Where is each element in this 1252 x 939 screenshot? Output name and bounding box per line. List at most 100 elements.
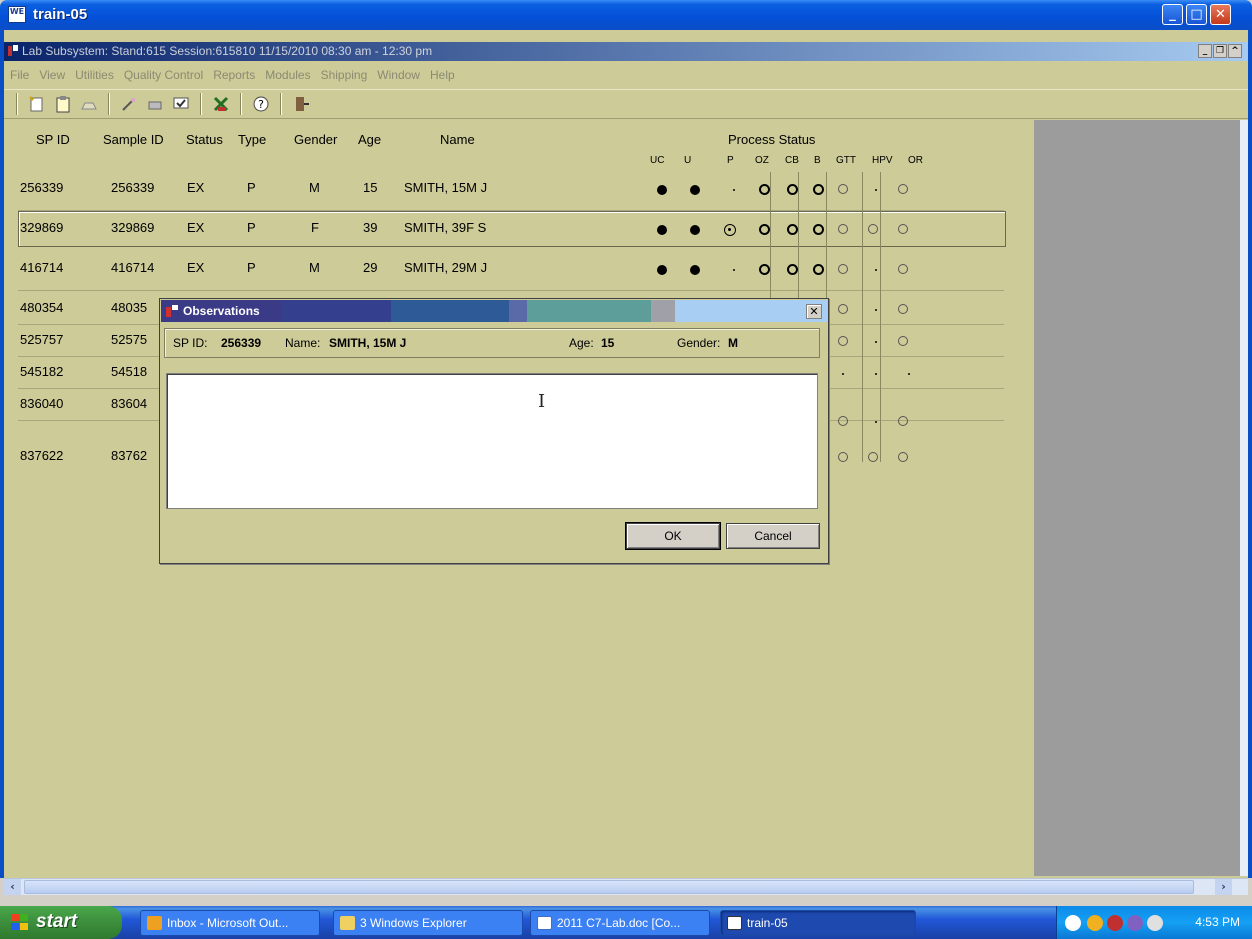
tray-outlook-icon[interactable]	[1087, 915, 1103, 931]
cell-sp-id[interactable]: 837622	[20, 448, 63, 463]
status-ring-light	[836, 336, 850, 346]
cell-sp-id: 329869	[20, 220, 64, 235]
task-explorer[interactable]: 3 Windows Explorer	[333, 910, 523, 936]
menu-help[interactable]: Help	[430, 68, 455, 82]
pcol-p: P	[727, 155, 734, 166]
cell-status: EX	[187, 180, 205, 195]
scroll-right-icon[interactable]: ›	[1215, 879, 1232, 895]
clipboard-icon[interactable]	[52, 93, 74, 115]
magic-wand-icon[interactable]	[118, 93, 140, 115]
status-ring-light	[836, 416, 850, 426]
header-status[interactable]: Status	[186, 132, 223, 147]
vertical-scrollbar[interactable]	[1240, 120, 1248, 876]
header-type[interactable]: Type	[238, 132, 266, 147]
tray-arrow-icon[interactable]	[1065, 915, 1081, 931]
status-ring	[785, 224, 799, 235]
start-button[interactable]: start	[0, 906, 122, 939]
menu-quality-control[interactable]: Quality Control	[124, 68, 203, 82]
cell-status: EX	[187, 220, 205, 235]
status-ring	[811, 264, 825, 275]
header-sample-id[interactable]: Sample ID	[103, 132, 164, 147]
pcol-gtt: GTT	[836, 155, 856, 166]
cell-sample-id: 52575	[111, 332, 148, 347]
status-ring-light	[896, 336, 910, 346]
status-ring-light	[836, 304, 850, 314]
cell-sample-id: 83604	[111, 396, 148, 411]
scroll-left-icon[interactable]: ‹	[4, 879, 21, 895]
dialog-title-bar[interactable]: Observations ✕	[161, 300, 827, 322]
tray-java-icon[interactable]	[1107, 915, 1123, 931]
cell-type: P	[247, 260, 256, 275]
pcol-b: B	[814, 155, 821, 166]
svg-text:?: ?	[258, 98, 264, 111]
cancel-button[interactable]: Cancel	[726, 523, 820, 549]
tray-network-icon[interactable]	[1127, 915, 1143, 931]
status-small-dot	[727, 189, 741, 191]
sub-minimize-button[interactable]: _	[1198, 44, 1212, 58]
status-small-dot	[836, 373, 850, 375]
subwindow-title: Lab Subsystem: Stand:615 Session:615810 …	[22, 44, 433, 58]
cell-sample-id: 329869	[111, 220, 155, 235]
sp-id-label: SP ID:	[173, 336, 208, 350]
header-age[interactable]: Age	[358, 132, 381, 147]
cell-sp-id[interactable]: 480354	[20, 300, 63, 315]
menu-window[interactable]: Window	[377, 68, 420, 82]
menu-file[interactable]: File	[10, 68, 29, 82]
header-gender[interactable]: Gender	[294, 132, 337, 147]
status-ring	[757, 224, 771, 235]
subwindow-title-bar[interactable]: Lab Subsystem: Stand:615 Session:615810 …	[4, 42, 1248, 61]
status-ring	[757, 264, 771, 275]
exit-icon[interactable]	[290, 93, 312, 115]
task-word[interactable]: 2011 C7-Lab.doc [Co...	[530, 910, 710, 936]
clock[interactable]: 4:53 PM	[1195, 915, 1240, 929]
check-icon[interactable]	[170, 93, 192, 115]
scroll-thumb[interactable]	[24, 880, 1194, 894]
sub-restore-button[interactable]: ❐	[1213, 44, 1227, 58]
task-outlook[interactable]: Inbox - Microsoft Out...	[140, 910, 320, 936]
pcol-cb: CB	[785, 155, 799, 166]
menu-utilities[interactable]: Utilities	[75, 68, 114, 82]
new-icon[interactable]	[26, 93, 48, 115]
cell-sp-id[interactable]: 836040	[20, 396, 63, 411]
observations-textarea[interactable]	[166, 373, 818, 509]
menu-view[interactable]: View	[39, 68, 65, 82]
task-train-05[interactable]: train-05	[720, 910, 916, 936]
printer-icon[interactable]	[144, 93, 166, 115]
cell-gender: F	[311, 220, 319, 235]
header-name[interactable]: Name	[440, 132, 475, 147]
cell-sp-id[interactable]: 545182	[20, 364, 63, 379]
menu-shipping[interactable]: Shipping	[321, 68, 368, 82]
status-small-dot	[869, 341, 883, 343]
cell-gender: M	[309, 180, 320, 195]
word-doc-icon	[537, 916, 552, 930]
cell-sample-id: 54518	[111, 364, 148, 379]
header-process-status: Process Status	[728, 132, 816, 147]
header-sp-id[interactable]: SP ID	[36, 132, 70, 147]
ok-button[interactable]: OK	[625, 522, 721, 550]
dialog-close-icon[interactable]: ✕	[806, 304, 822, 319]
horizontal-scrollbar[interactable]: ‹ ›	[4, 878, 1248, 895]
open-icon[interactable]	[78, 93, 100, 115]
status-small-dot	[869, 269, 883, 271]
table-row-selected[interactable]	[18, 211, 1006, 247]
cell-age: 15	[363, 180, 378, 195]
observations-dialog: Observations ✕ SP ID: 256339 Name: SMITH…	[159, 298, 829, 564]
windows-logo-icon	[11, 914, 28, 930]
status-small-dot	[902, 373, 916, 375]
status-small-dot	[869, 309, 883, 311]
menu-modules[interactable]: Modules	[265, 68, 310, 82]
tray-cursor-icon[interactable]	[1147, 915, 1163, 931]
help-icon[interactable]: ?	[250, 93, 272, 115]
maximize-button[interactable]: □	[1186, 4, 1207, 25]
age-label: Age:	[569, 336, 594, 350]
chart-icon[interactable]	[210, 93, 232, 115]
menu-reports[interactable]: Reports	[213, 68, 255, 82]
minimize-button[interactable]: _	[1162, 4, 1183, 25]
cell-sp-id[interactable]: 525757	[20, 332, 63, 347]
sp-id-value: 256339	[221, 336, 262, 350]
cell-age: 39	[363, 220, 378, 235]
status-filled-dot	[655, 265, 669, 275]
sub-scroll-up-button[interactable]: ^	[1228, 44, 1242, 58]
window-title-bar[interactable]: WE train-05 _ □ ✕	[0, 0, 1252, 30]
close-button[interactable]: ✕	[1210, 4, 1231, 25]
